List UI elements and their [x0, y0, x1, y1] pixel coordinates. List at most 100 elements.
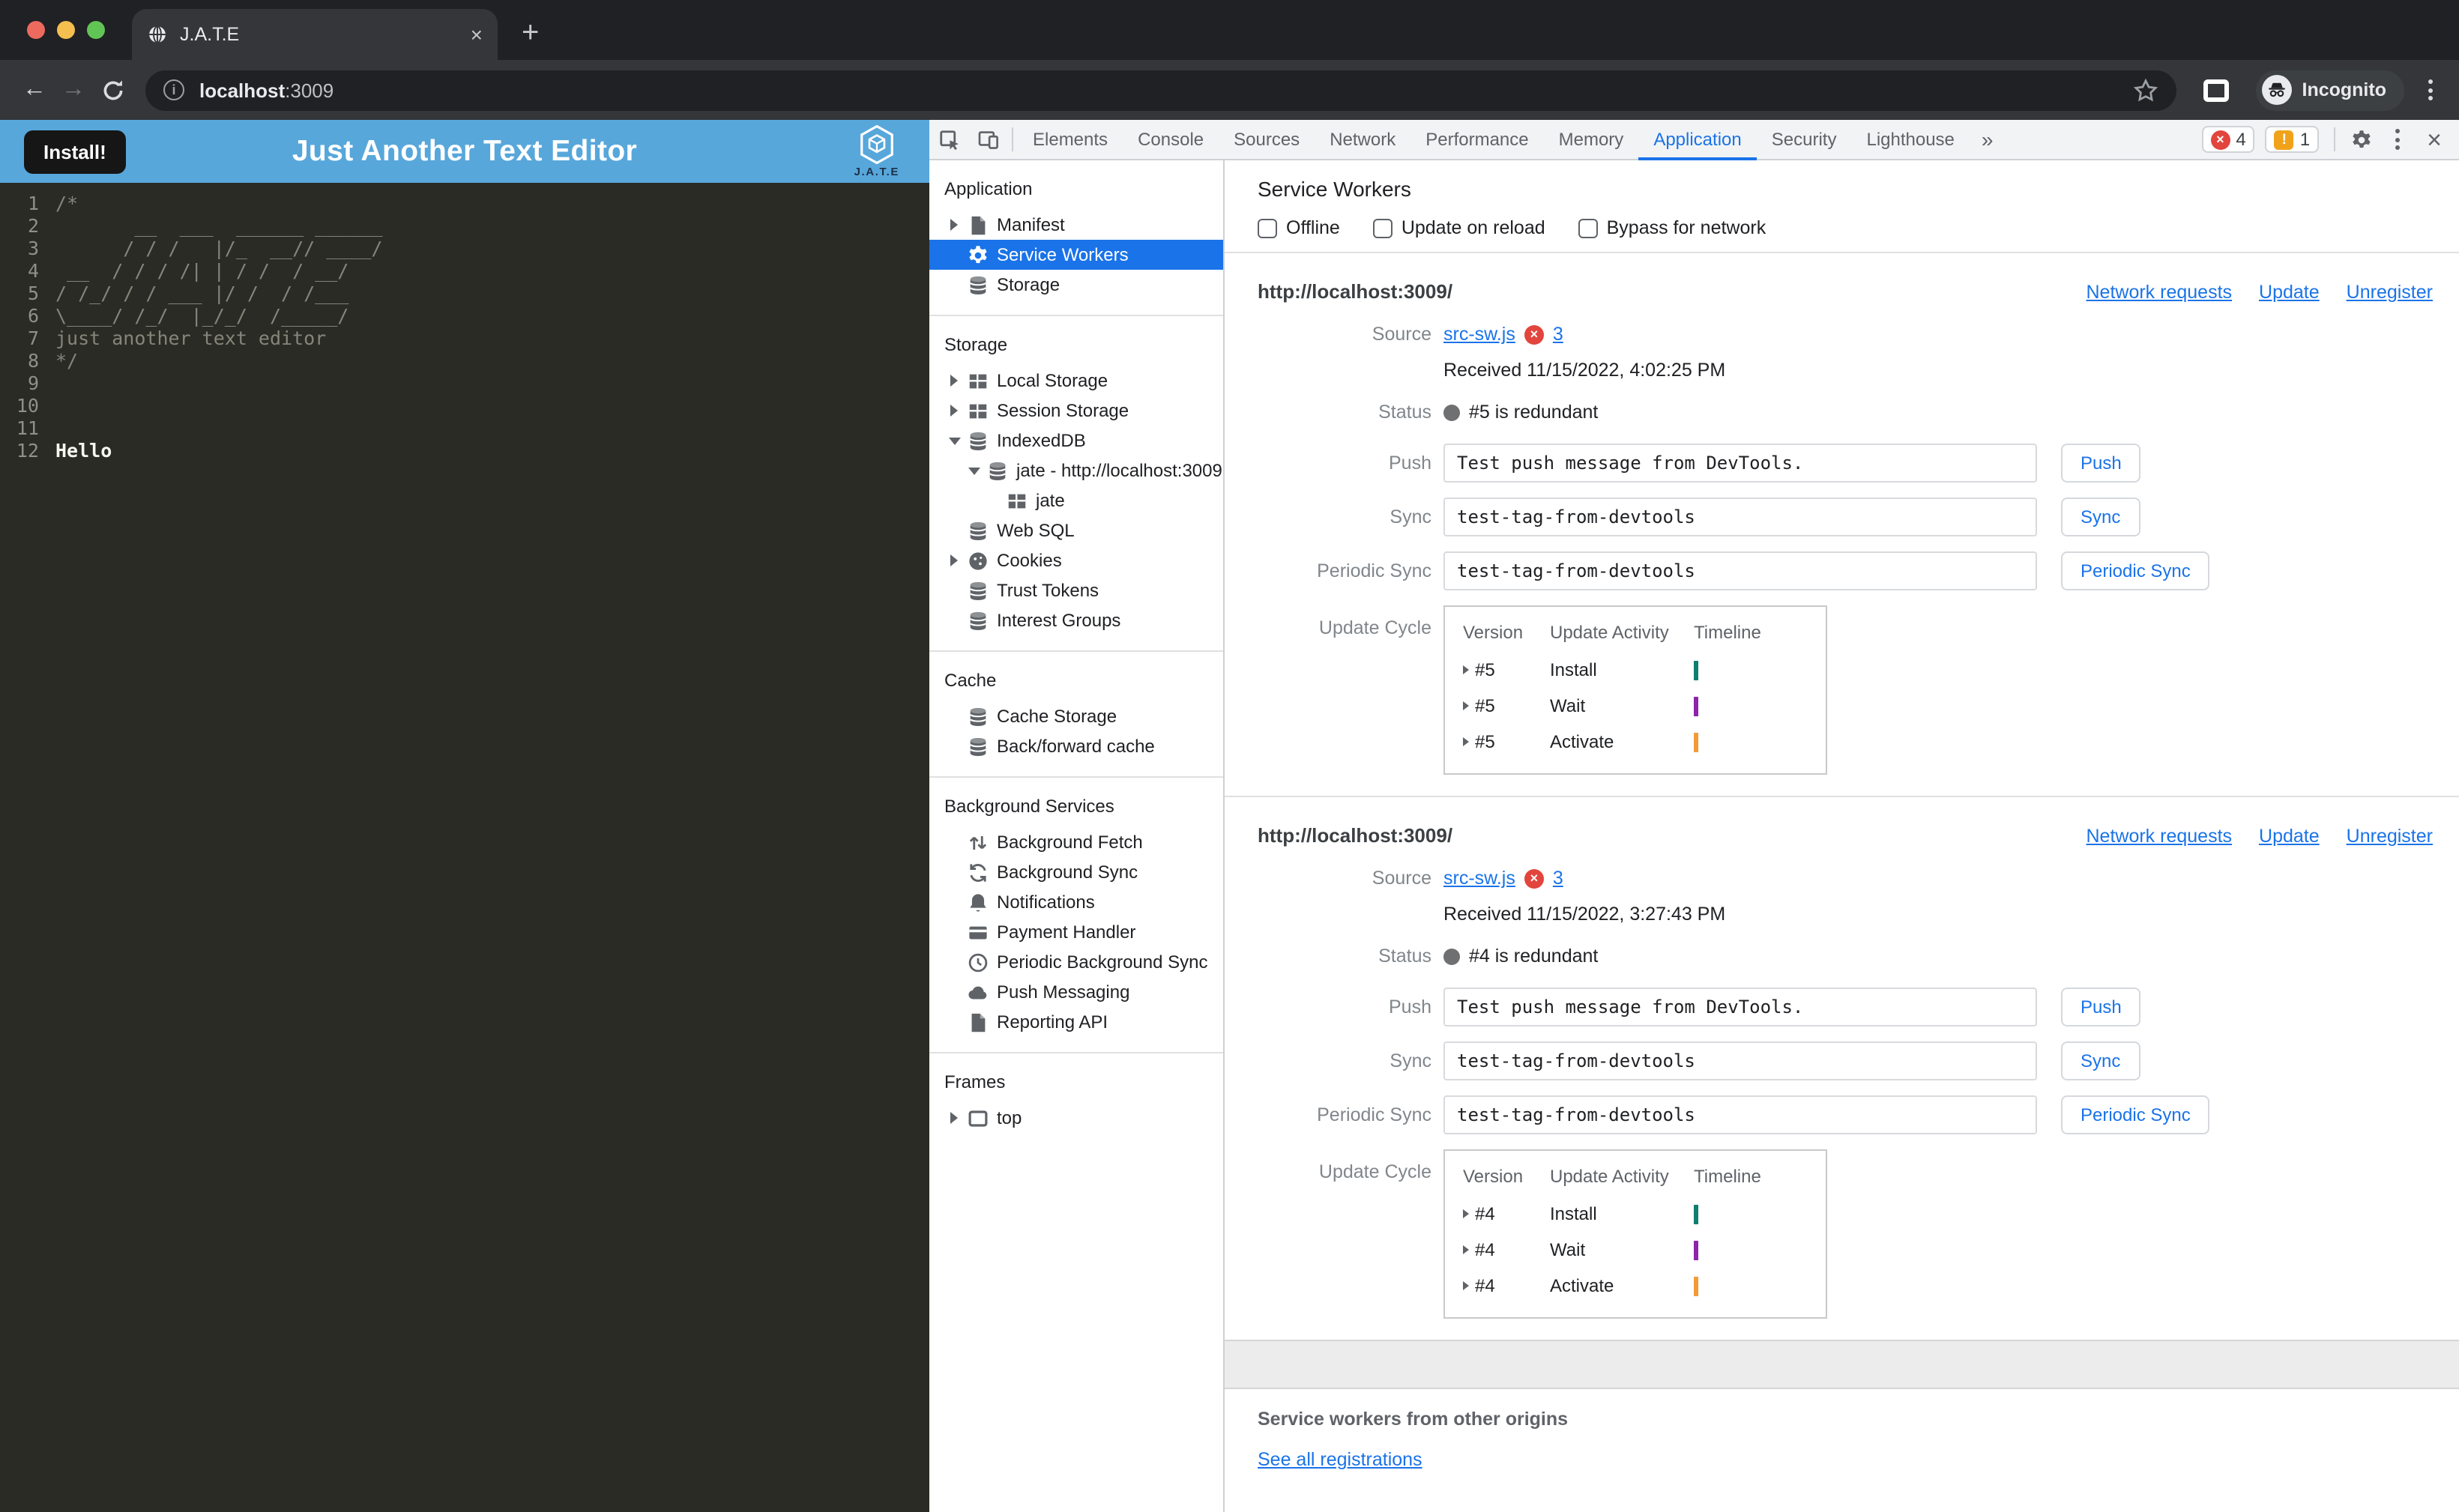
sidebar-item-cookies[interactable]: Cookies	[929, 545, 1223, 575]
tab-memory[interactable]: Memory	[1544, 119, 1639, 160]
tab-elements[interactable]: Elements	[1018, 119, 1123, 160]
sync-icon	[967, 861, 989, 883]
devtools: Elements Console Sources Network Perform…	[929, 120, 2459, 1512]
sidebar-item-interest-groups[interactable]: Interest Groups	[929, 605, 1223, 635]
push-button[interactable]: Push	[2061, 444, 2141, 483]
reload-button[interactable]	[100, 77, 126, 103]
more-tabs-icon[interactable]: »	[1970, 127, 2006, 151]
side-panel-icon[interactable]	[2203, 79, 2229, 101]
tab-lighthouse[interactable]: Lighthouse	[1851, 119, 1969, 160]
editor-line: 4 __ / / / /| | / / / __/	[27, 259, 349, 282]
chevron-right-icon[interactable]	[1463, 665, 1469, 674]
devtools-close-icon[interactable]: ×	[2422, 127, 2446, 152]
sync-button[interactable]: Sync	[2061, 498, 2140, 536]
inspect-element-button[interactable]	[929, 128, 968, 151]
incognito-badge: Incognito	[2255, 70, 2404, 110]
maximize-window-button[interactable]	[87, 21, 105, 39]
sidebar-item-periodic-background-sync[interactable]: Periodic Background Sync	[929, 947, 1223, 977]
error-count-link[interactable]: 3	[1553, 324, 1563, 345]
cookie-icon	[967, 549, 989, 572]
sidebar-item-cache-storage[interactable]: Cache Storage	[929, 701, 1223, 731]
file-icon	[967, 214, 989, 236]
sidebar-item-manifest[interactable]: Manifest	[929, 210, 1223, 240]
sync-input[interactable]	[1443, 1041, 2037, 1080]
table-icon	[1006, 489, 1028, 512]
chevron-right-icon[interactable]	[1463, 701, 1469, 710]
source-file-link[interactable]: src-sw.js	[1443, 868, 1515, 889]
close-window-button[interactable]	[27, 21, 45, 39]
sidebar-item-push-messaging[interactable]: Push Messaging	[929, 977, 1223, 1007]
periodic-sync-input[interactable]	[1443, 551, 2037, 590]
sidebar-item-storage[interactable]: Storage	[929, 270, 1223, 300]
tab-security[interactable]: Security	[1757, 119, 1852, 160]
tab-sources[interactable]: Sources	[1219, 119, 1315, 160]
bypass-for-network-checkbox[interactable]: Bypass for network	[1578, 217, 1766, 238]
sidebar-item-service-workers[interactable]: Service Workers	[929, 240, 1223, 270]
unregister-link[interactable]: Unregister	[2347, 826, 2433, 847]
sidebar-item-payment-handler[interactable]: Payment Handler	[929, 917, 1223, 947]
update-link[interactable]: Update	[2259, 282, 2320, 303]
sidebar-item-web-sql[interactable]: Web SQL	[929, 515, 1223, 545]
update-link[interactable]: Update	[2259, 826, 2320, 847]
chevron-right-icon[interactable]	[1463, 737, 1469, 746]
sidebar-item-notifications[interactable]: Notifications	[929, 887, 1223, 917]
chevron-right-icon[interactable]	[1463, 1245, 1469, 1254]
update-cycle-label: Update Cycle	[1318, 1161, 1431, 1182]
minimize-window-button[interactable]	[57, 21, 75, 39]
sidebar-item-jate-store[interactable]: jate	[929, 486, 1223, 515]
tab-performance[interactable]: Performance	[1410, 119, 1543, 160]
console-errors-badge[interactable]: 4	[2201, 126, 2255, 153]
error-count-link[interactable]: 3	[1553, 868, 1563, 889]
sidebar-item-session-storage[interactable]: Session Storage	[929, 396, 1223, 426]
bookmark-star-icon[interactable]	[2133, 77, 2158, 103]
push-input[interactable]	[1443, 444, 2037, 483]
sidebar-item-jate-database[interactable]: jate - http://localhost:3009	[929, 456, 1223, 486]
device-toolbar-button[interactable]	[968, 128, 1007, 151]
new-tab-button[interactable]: +	[522, 18, 539, 48]
push-button[interactable]: Push	[2061, 988, 2141, 1026]
settings-gear-icon[interactable]	[2350, 128, 2373, 151]
chevron-right-icon[interactable]	[1463, 1209, 1469, 1218]
tab-console[interactable]: Console	[1123, 119, 1219, 160]
sidebar-item-back-forward-cache[interactable]: Back/forward cache	[929, 731, 1223, 761]
sidebar-item-background-sync[interactable]: Background Sync	[929, 857, 1223, 887]
chevron-right-icon[interactable]	[1463, 1281, 1469, 1290]
tab-application[interactable]: Application	[1638, 119, 1756, 160]
source-file-link[interactable]: src-sw.js	[1443, 324, 1515, 345]
status-label: Status	[1378, 946, 1431, 967]
browser-tab[interactable]: J.A.T.E ×	[132, 9, 498, 60]
site-info-icon[interactable]: i	[163, 79, 184, 100]
sidebar-item-background-fetch[interactable]: Background Fetch	[929, 827, 1223, 857]
periodic-sync-button[interactable]: Periodic Sync	[2061, 1095, 2210, 1134]
update-on-reload-checkbox[interactable]: Update on reload	[1372, 217, 1545, 238]
periodic-sync-button[interactable]: Periodic Sync	[2061, 551, 2210, 590]
sync-input[interactable]	[1443, 498, 2037, 536]
console-warnings-badge[interactable]: 1	[2265, 126, 2320, 153]
devtools-menu-button[interactable]	[2395, 129, 2401, 150]
browser-menu-button[interactable]	[2428, 79, 2433, 100]
unregister-link[interactable]: Unregister	[2347, 282, 2433, 303]
periodic-sync-input[interactable]	[1443, 1095, 2037, 1134]
code-editor[interactable]: 1/* 2 __ ___ ______ ______ 3 / / / |/_ _…	[0, 183, 929, 1512]
sidebar-item-reporting-api[interactable]: Reporting API	[929, 1007, 1223, 1037]
network-requests-link[interactable]: Network requests	[2087, 282, 2233, 303]
forward-button[interactable]: →	[54, 76, 93, 103]
web-page: Install! Just Another Text Editor J.A.T.…	[0, 120, 929, 1512]
offline-checkbox[interactable]: Offline	[1258, 217, 1340, 238]
address-bar[interactable]: i localhost:3009	[145, 70, 2176, 110]
sidebar-item-trust-tokens[interactable]: Trust Tokens	[929, 575, 1223, 605]
editor-line: 10	[16, 394, 39, 417]
push-input[interactable]	[1443, 988, 2037, 1026]
back-button[interactable]: ←	[15, 76, 54, 103]
sidebar-item-top-frame[interactable]: top	[929, 1103, 1223, 1133]
network-requests-link[interactable]: Network requests	[2087, 826, 2233, 847]
install-button[interactable]: Install!	[24, 130, 126, 173]
received-timestamp: Received 11/15/2022, 4:02:25 PM	[1443, 360, 1726, 381]
see-all-registrations-link[interactable]: See all registrations	[1258, 1449, 1422, 1470]
tab-network[interactable]: Network	[1315, 119, 1410, 160]
sync-button[interactable]: Sync	[2061, 1041, 2140, 1080]
tab-close-icon[interactable]: ×	[471, 24, 483, 45]
editor-line: 1/*	[27, 192, 79, 214]
sidebar-item-local-storage[interactable]: Local Storage	[929, 366, 1223, 396]
sidebar-item-indexeddb[interactable]: IndexedDB	[929, 426, 1223, 456]
